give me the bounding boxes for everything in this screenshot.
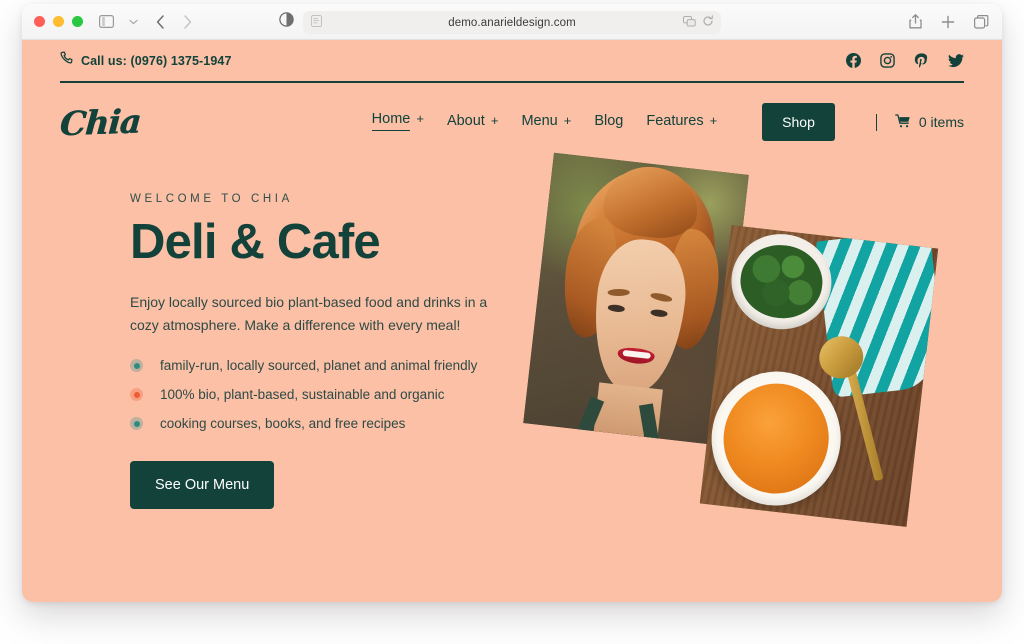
shop-button[interactable]: Shop — [762, 103, 835, 141]
hero-description: Enjoy locally sourced bio plant-based fo… — [130, 293, 488, 333]
twitter-icon[interactable] — [948, 53, 964, 68]
list-item: family-run, locally sourced, planet and … — [130, 358, 530, 373]
nav-item-about[interactable]: About + — [447, 113, 499, 132]
sidebar-toggle-icon[interactable] — [97, 13, 115, 31]
phone-block[interactable]: Call us: (0976) 1375-1947 — [60, 51, 232, 70]
shopping-cart-icon — [895, 113, 911, 131]
facebook-icon[interactable] — [846, 53, 861, 68]
back-arrow-icon[interactable] — [151, 13, 169, 31]
nav-plus-icon: + — [490, 112, 499, 128]
site-logo[interactable]: Chia — [59, 101, 142, 143]
nav-item-menu[interactable]: Menu + — [521, 113, 571, 132]
plus-icon[interactable] — [939, 13, 957, 31]
url-text: demo.anarieldesign.com — [448, 16, 576, 29]
toolbar-actions — [906, 13, 990, 31]
list-item-label: 100% bio, plant-based, sustainable and o… — [160, 387, 445, 403]
bullet-icon — [130, 417, 143, 431]
phone-text: Call us: (0976) 1375-1947 — [81, 53, 232, 68]
window-controls — [34, 16, 83, 27]
nav-plus-icon: + — [709, 112, 718, 128]
nav-item-home[interactable]: Home + — [371, 110, 424, 134]
hero-feature-list: family-run, locally sourced, planet and … — [130, 358, 530, 431]
social-links — [846, 53, 964, 68]
tab-overview-icon[interactable] — [972, 13, 990, 31]
address-bar[interactable]: demo.anarieldesign.com — [303, 11, 721, 34]
chevron-down-icon[interactable] — [124, 13, 142, 31]
website-viewport: Call us: (0976) 1375-1947 Chia Home + Ab… — [22, 40, 1002, 602]
food-photo — [699, 225, 939, 527]
cart-link[interactable]: 0 items — [875, 113, 964, 131]
nav-label: Home — [371, 111, 411, 131]
hero-section: WELCOME TO CHIA Deli & Cafe Enjoy locall… — [60, 152, 964, 591]
nav-label: Blog — [594, 112, 624, 129]
reader-view-icon[interactable] — [311, 14, 322, 32]
hero-copy: WELCOME TO CHIA Deli & Cafe Enjoy locall… — [130, 193, 530, 510]
instagram-icon[interactable] — [880, 53, 895, 68]
reload-icon[interactable] — [702, 14, 714, 32]
cart-label: 0 items — [918, 114, 964, 130]
address-bar-actions — [683, 14, 714, 32]
see-our-menu-button[interactable]: See Our Menu — [130, 461, 275, 510]
navigation-controls — [97, 13, 196, 31]
browser-toolbar: demo.anarieldesign.com — [22, 4, 1002, 40]
maximize-window-button[interactable] — [72, 16, 83, 27]
nav-label: Features — [646, 112, 704, 129]
list-item: cooking courses, books, and free recipes — [130, 416, 530, 431]
pinterest-icon[interactable] — [914, 53, 929, 68]
page-title: Deli & Cafe — [130, 215, 381, 269]
list-item-label: cooking courses, books, and free recipes — [160, 416, 406, 432]
contrast-icon[interactable] — [279, 11, 294, 32]
bullet-icon — [130, 359, 143, 373]
minimize-window-button[interactable] — [53, 16, 64, 27]
list-item: 100% bio, plant-based, sustainable and o… — [130, 387, 530, 402]
main-navigation: Home + About + Menu + Blog Features + Sh… — [371, 103, 964, 141]
translate-icon[interactable] — [683, 14, 696, 32]
nav-label: About — [446, 112, 485, 129]
browser-window: demo.anarieldesign.com Call us: (0976) 1… — [22, 4, 1002, 602]
close-window-button[interactable] — [34, 16, 45, 27]
bullet-icon — [130, 388, 143, 402]
address-bar-container: demo.anarieldesign.com — [303, 11, 721, 34]
site-topbar: Call us: (0976) 1375-1947 — [60, 40, 964, 83]
hero-eyebrow: WELCOME TO CHIA — [130, 193, 293, 205]
nav-item-blog[interactable]: Blog — [594, 113, 623, 132]
nav-plus-icon: + — [416, 110, 424, 126]
forward-arrow-icon[interactable] — [178, 13, 196, 31]
nav-plus-icon: + — [563, 112, 572, 128]
phone-icon — [60, 51, 74, 70]
nav-label: Menu — [521, 112, 558, 129]
share-icon[interactable] — [906, 13, 924, 31]
list-item-label: family-run, locally sourced, planet and … — [160, 358, 478, 374]
nav-item-features[interactable]: Features + — [646, 113, 717, 132]
site-header: Chia Home + About + Menu + Blog Features… — [59, 83, 964, 161]
